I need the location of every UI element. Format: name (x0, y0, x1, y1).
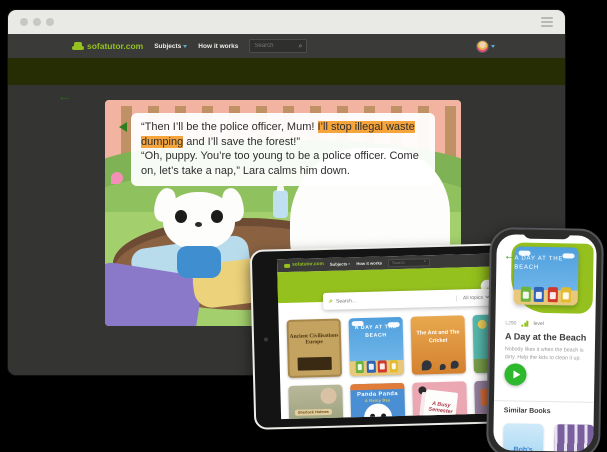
similar-books-heading: Similar Books (504, 407, 551, 415)
page-header-band (8, 58, 565, 85)
recycling-bins (350, 360, 404, 373)
book-title: A Day at the Beach (505, 331, 586, 342)
illustration-bottle (273, 190, 288, 218)
book-cover[interactable]: A Busy Semester (412, 381, 467, 419)
book-cover[interactable]: A Day at the Beach (349, 317, 404, 376)
phone-notch (523, 230, 571, 240)
similar-book-cover[interactable]: Bob's (503, 423, 544, 452)
account-menu[interactable] (476, 40, 495, 53)
recycling-bins (514, 287, 578, 302)
illustration-puppy-shirt (177, 246, 221, 278)
topics-dropdown[interactable]: All topics (456, 294, 489, 301)
play-button[interactable] (504, 363, 526, 385)
level-code: L290 (505, 320, 516, 326)
sofatutor-logo[interactable]: sofatutor.com (72, 41, 143, 51)
phone-mockup: ← A Day at the Beach L290 level A Day at… (486, 227, 604, 452)
browser-chrome (8, 10, 565, 34)
book-cover[interactable]: The Ant and The Cricket (410, 315, 465, 374)
similar-book-cover[interactable] (554, 424, 595, 452)
story-text: “Then I’ll be the police officer, Mum! (141, 121, 318, 133)
window-control-dot[interactable] (20, 18, 28, 26)
level-row: L290 level (505, 320, 544, 327)
sofa-icon (284, 263, 290, 267)
search-input[interactable] (254, 43, 298, 49)
chevron-down-icon (348, 263, 350, 265)
tablet-camera (264, 337, 268, 341)
sofa-icon (72, 42, 84, 50)
level-label: level (533, 321, 543, 327)
chevron-down-icon (183, 45, 187, 48)
search-icon[interactable]: ⌕ (298, 43, 302, 50)
story-text: and I’ll save the forest!” (183, 136, 300, 148)
window-controls[interactable] (20, 18, 54, 26)
site-navbar: sofatutor.com Subjects How it works ⌕ (8, 34, 565, 58)
library-search-input[interactable] (336, 295, 453, 304)
window-control-dot[interactable] (33, 18, 41, 26)
nav-subjects[interactable]: Subjects (330, 261, 351, 267)
nav-how-it-works[interactable]: How it works (356, 260, 382, 266)
search-icon[interactable]: ⌕ (423, 260, 426, 265)
sofatutor-logo[interactable]: sofatutor.com (284, 262, 324, 268)
divider (494, 400, 594, 403)
library-search-bar[interactable]: ⌕ All topics (323, 289, 495, 310)
phone-screen: ← A Day at the Beach L290 level A Day at… (493, 234, 597, 452)
logo-text: sofatutor.com (87, 41, 143, 51)
level-icon (521, 321, 528, 327)
avatar[interactable] (476, 40, 489, 53)
navbar-search[interactable]: ⌕ (249, 39, 307, 53)
audio-play-icon[interactable] (119, 122, 127, 132)
story-text-box: “Then I’ll be the police officer, Mum! I… (131, 113, 435, 186)
book-cover[interactable]: Ancient Civilisations Europe (287, 319, 342, 378)
nav-how-it-works[interactable]: How it works (198, 43, 238, 50)
chevron-down-icon (491, 45, 495, 48)
book-cover[interactable]: Sherlock Holmes A Scandal in Bohemia (288, 385, 343, 420)
book-cover[interactable]: A Day at the Beach (514, 246, 579, 305)
illustration-flower (111, 172, 123, 184)
browser-menu-icon[interactable] (541, 17, 553, 27)
back-arrow-icon[interactable]: ← (57, 89, 72, 104)
story-text: “Oh, puppy. You’re too young to be a pol… (141, 150, 419, 177)
navbar-search[interactable]: ⌕ (388, 258, 430, 267)
search-icon: ⌕ (329, 297, 333, 305)
window-control-dot[interactable] (46, 18, 54, 26)
book-description: Nobody likes it when the beach is dirty.… (505, 345, 587, 363)
nav-subjects[interactable]: Subjects (154, 43, 187, 50)
similar-books-row: Bob's (503, 423, 595, 452)
back-arrow-icon[interactable]: ← (503, 249, 515, 261)
illustration-puppy (163, 192, 235, 250)
search-input[interactable] (392, 259, 424, 265)
